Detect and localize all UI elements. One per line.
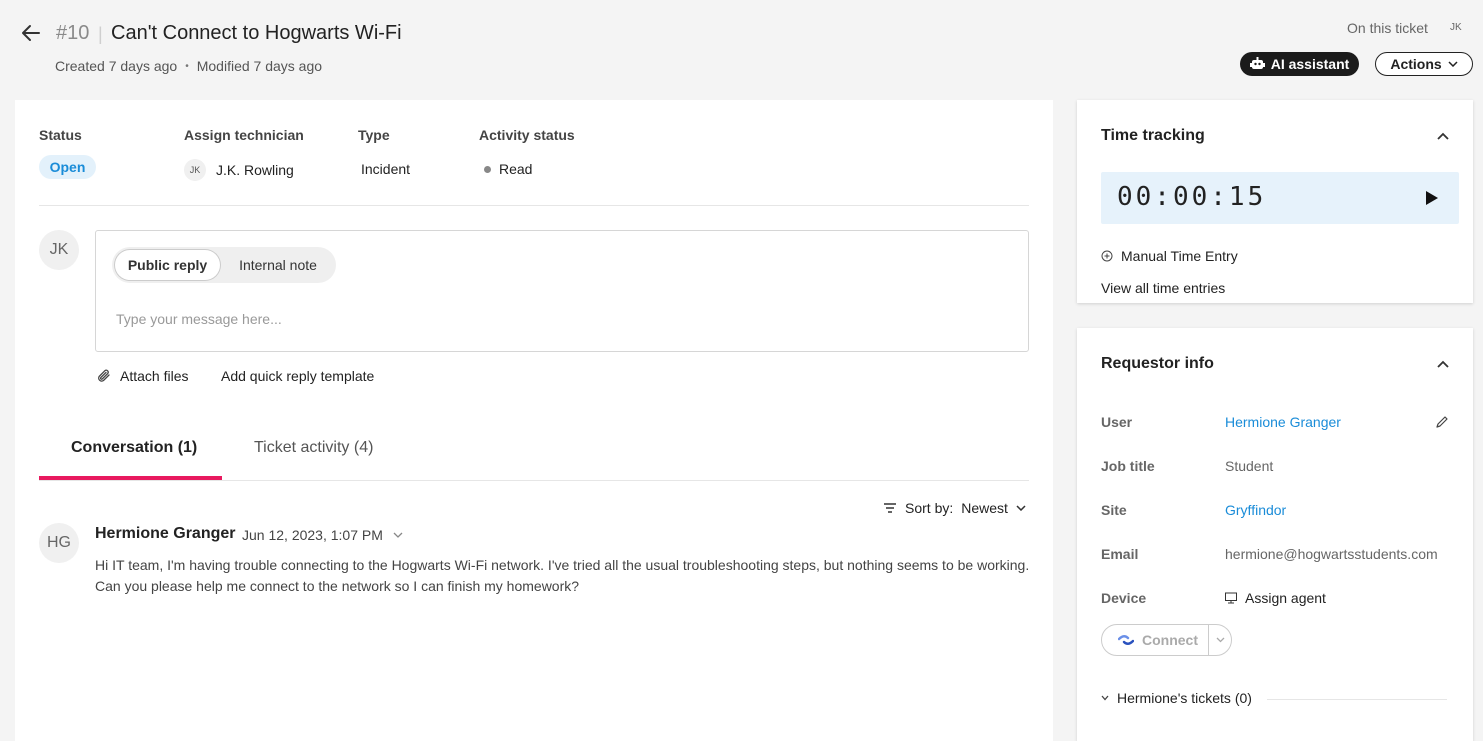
edit-pencil-icon[interactable] (1435, 415, 1449, 429)
actions-button[interactable]: Actions (1375, 52, 1473, 76)
chevron-down-icon (1101, 695, 1109, 701)
filter-icon (884, 503, 896, 513)
manual-time-entry-label: Manual Time Entry (1121, 248, 1238, 264)
ticket-title: Can't Connect to Hogwarts Wi-Fi (111, 22, 402, 44)
time-tracking-card: Time tracking 00:00:15 Manual Time Entry… (1077, 100, 1473, 303)
reply-type-toggle: Public reply Internal note (112, 247, 336, 283)
technician-avatar: JK (184, 159, 206, 181)
ai-assistant-label: AI assistant (1270, 56, 1350, 72)
paperclip-icon (98, 369, 110, 382)
message-date[interactable]: Jun 12, 2023, 1:07 PM (242, 527, 403, 543)
message-input[interactable] (116, 311, 996, 327)
status-badge[interactable]: Open (39, 155, 96, 179)
timer-value: 00:00:15 (1117, 182, 1267, 212)
play-icon[interactable] (1425, 190, 1439, 206)
connect-dropdown[interactable] (1209, 625, 1231, 655)
view-all-time-entries-link[interactable]: View all time entries (1101, 280, 1225, 296)
timer-display: 00:00:15 (1101, 172, 1459, 224)
requestor-info-title: Requestor info (1101, 355, 1214, 372)
message-author: Hermione Granger (95, 525, 236, 542)
tab-internal-note[interactable]: Internal note (222, 250, 334, 280)
site-label: Site (1101, 502, 1127, 518)
message-date-text: Jun 12, 2023, 1:07 PM (242, 527, 383, 543)
plus-circle-icon (1101, 250, 1113, 262)
type-label: Type (358, 127, 390, 143)
chevron-up-icon[interactable] (1436, 357, 1450, 371)
technician-select[interactable]: JK J.K. Rowling (184, 159, 294, 181)
activity-status-select[interactable]: Read (484, 161, 532, 177)
requestor-tickets-label: Hermione's tickets (0) (1117, 690, 1252, 706)
ticket-meta: Created 7 days ago • Modified 7 days ago (55, 58, 322, 74)
meta-dot: • (185, 60, 189, 72)
activity-status-value: Read (499, 161, 533, 177)
actions-label: Actions (1390, 56, 1442, 72)
avatar: JK (39, 230, 79, 270)
chevron-down-icon (1016, 505, 1026, 511)
attach-files-label: Attach files (120, 368, 189, 384)
chevron-down-icon (1448, 61, 1458, 67)
ticket-main-panel: Status Assign technician Type Activity s… (15, 100, 1053, 741)
assign-agent-button[interactable]: Assign agent (1225, 590, 1326, 606)
reply-composer: Public reply Internal note (95, 230, 1029, 352)
job-title-label: Job title (1101, 458, 1155, 474)
title-separator: | (98, 24, 103, 44)
chevron-up-icon[interactable] (1436, 129, 1450, 143)
device-label: Device (1101, 590, 1147, 606)
remote-connect-icon (1118, 635, 1134, 645)
divider (1267, 699, 1447, 700)
assign-agent-label: Assign agent (1245, 590, 1326, 606)
chevron-down-icon (393, 532, 403, 538)
divider (39, 480, 1029, 481)
site-link[interactable]: Gryffindor (1225, 502, 1286, 518)
on-this-ticket-label: On this ticket (1347, 20, 1428, 36)
tab-ticket-activity[interactable]: Ticket activity (4) (254, 439, 373, 457)
quick-reply-template-button[interactable]: Add quick reply template (221, 368, 374, 384)
ai-assistant-button[interactable]: AI assistant (1240, 52, 1359, 76)
message-body: Hi IT team, I'm having trouble connectin… (95, 557, 1030, 594)
back-arrow-icon[interactable] (20, 22, 42, 44)
requestor-info-card: Requestor info User Hermione Granger Job… (1077, 328, 1473, 741)
divider (39, 205, 1029, 206)
viewer-avatar[interactable]: JK (1450, 22, 1462, 33)
user-link[interactable]: Hermione Granger (1225, 414, 1341, 430)
monitor-icon (1225, 592, 1237, 604)
sort-label: Sort by: (905, 500, 954, 516)
connect-main[interactable]: Connect (1102, 625, 1209, 655)
job-title-value: Student (1225, 458, 1274, 474)
avatar: HG (39, 523, 79, 563)
time-tracking-title: Time tracking (1101, 127, 1205, 144)
connect-label: Connect (1142, 632, 1198, 648)
requestor-tickets-toggle[interactable]: Hermione's tickets (0) (1101, 690, 1252, 706)
chevron-down-icon (1216, 637, 1224, 643)
type-value[interactable]: Incident (361, 161, 410, 177)
status-label: Status (39, 127, 82, 143)
activity-status-label: Activity status (479, 127, 575, 143)
email-value: hermione@hogwartsstudents.com (1225, 546, 1438, 562)
manual-time-entry-button[interactable]: Manual Time Entry (1101, 248, 1238, 264)
modified-text: Modified 7 days ago (196, 58, 323, 74)
robot-icon (1249, 57, 1265, 69)
connect-button[interactable]: Connect (1101, 624, 1232, 656)
attach-files-button[interactable]: Attach files (96, 368, 188, 384)
sort-dropdown[interactable]: Sort by: Newest (883, 500, 1026, 516)
email-label: Email (1101, 546, 1139, 562)
tab-conversation[interactable]: Conversation (1) (71, 439, 197, 457)
technician-label: Assign technician (184, 127, 304, 143)
sort-value: Newest (961, 500, 1008, 516)
created-text: Created 7 days ago (55, 58, 178, 74)
tab-public-reply[interactable]: Public reply (115, 250, 220, 280)
technician-name: J.K. Rowling (216, 162, 294, 178)
ticket-number: #10 (56, 22, 90, 44)
user-label: User (1101, 414, 1133, 430)
status-dot-icon (484, 165, 491, 173)
